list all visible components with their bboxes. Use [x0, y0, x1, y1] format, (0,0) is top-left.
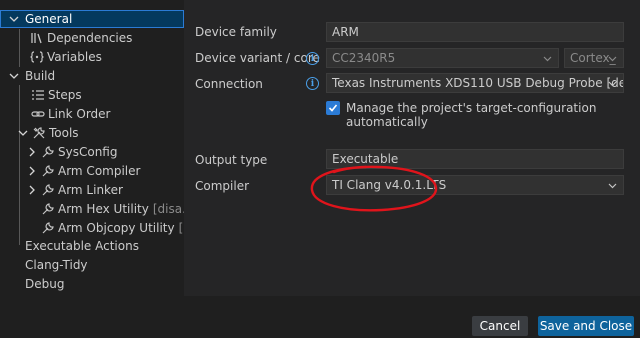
chevron-down-icon[interactable]	[8, 70, 20, 82]
device-variant-select[interactable]: CC2340R5	[326, 48, 559, 68]
tree-item-disabled-note: [disa...	[152, 202, 184, 216]
tree-item-label: Tools	[49, 126, 79, 140]
tree-item-label: Arm Linker	[58, 183, 123, 197]
compiler-label: Compiler	[195, 179, 250, 193]
cancel-button[interactable]: Cancel	[472, 316, 528, 336]
connection-value: Texas Instruments XDS110 USB Debug Probe…	[332, 76, 623, 90]
info-icon[interactable]: i	[306, 77, 319, 90]
tree-item-tools[interactable]: Tools	[0, 124, 184, 142]
red-annotation-circle	[310, 165, 438, 212]
tree-item-label: Clang-Tidy	[25, 258, 88, 272]
tree-item-link-order[interactable]: Link Order	[0, 105, 184, 123]
output-type-label: Output type	[195, 153, 268, 167]
wrench-icon	[42, 146, 54, 158]
tree-item-clang-tidy[interactable]: Clang-Tidy	[0, 256, 184, 274]
connection-select[interactable]: Texas Instruments XDS110 USB Debug Probe…	[326, 73, 624, 93]
chevron-right-icon[interactable]	[26, 146, 38, 158]
tree-item-label: SysConfig	[58, 145, 118, 159]
device-variant-label: Device variant / core	[195, 51, 320, 65]
tree-item-label: Executable Actions	[25, 239, 139, 253]
core-select[interactable]: Cortex_	[564, 48, 624, 68]
tools-icon	[33, 127, 45, 139]
tree-item-arm-hex-utility[interactable]: Arm Hex Utility [disa...	[0, 200, 184, 218]
info-icon[interactable]: i	[306, 52, 319, 65]
tree-item-label: Dependencies	[47, 31, 133, 45]
link-icon	[31, 111, 45, 117]
device-variant-value: CC2340R5	[332, 51, 396, 65]
device-family-field: ARM	[326, 22, 624, 42]
tree-item-arm-objcopy-utility[interactable]: Arm Objcopy Utility [...	[0, 219, 184, 237]
tree-item-variables[interactable]: Variables	[0, 48, 184, 66]
chevron-down-icon	[608, 183, 617, 189]
general-settings-panel: Device family ARM Device variant / core …	[184, 0, 640, 296]
tree-item-arm-compiler[interactable]: Arm Compiler	[0, 162, 184, 180]
tree-item-sysconfig[interactable]: SysConfig	[0, 143, 184, 161]
library-icon	[31, 33, 42, 44]
settings-tree: General Dependencies Variables Build Ste…	[0, 0, 184, 300]
wrench-icon	[42, 184, 54, 196]
tree-item-build[interactable]: Build	[0, 67, 184, 85]
tree-item-label: Arm Objcopy Utility	[58, 221, 175, 235]
chevron-right-icon[interactable]	[26, 184, 38, 196]
tree-item-label: General	[25, 12, 73, 26]
wrench-icon	[42, 203, 54, 215]
wrench-icon	[42, 165, 54, 177]
tree-item-label: Debug	[25, 277, 65, 291]
device-family-value: ARM	[332, 25, 359, 39]
tree-item-label: Steps	[48, 88, 82, 102]
manage-target-config-checkbox[interactable]	[326, 101, 340, 115]
chevron-down-icon[interactable]	[17, 127, 29, 139]
tree-item-general[interactable]: General	[0, 10, 184, 28]
chevron-down-icon	[608, 56, 617, 62]
chevron-right-icon[interactable]	[26, 165, 38, 177]
variable-braces-icon	[30, 51, 44, 63]
tree-item-dependencies[interactable]: Dependencies	[0, 29, 184, 47]
chevron-down-icon	[543, 56, 552, 62]
tree-item-label: Arm Hex Utility	[58, 202, 149, 216]
tree-item-steps[interactable]: Steps	[0, 86, 184, 104]
tree-item-executable-actions[interactable]: Executable Actions	[0, 237, 184, 255]
tree-item-label: Variables	[47, 50, 102, 64]
connection-label: Connection	[195, 77, 263, 91]
tree-item-arm-linker[interactable]: Arm Linker	[0, 181, 184, 199]
list-icon	[32, 90, 44, 100]
tree-item-debug[interactable]: Debug	[0, 275, 184, 293]
chevron-down-icon	[608, 81, 617, 87]
chevron-down-icon[interactable]	[8, 13, 20, 25]
wrench-icon	[42, 222, 54, 234]
manage-target-config-label: Manage the project's target-configuratio…	[346, 101, 597, 129]
tree-item-label: Arm Compiler	[58, 164, 141, 178]
device-family-label: Device family	[195, 25, 277, 39]
save-and-close-button[interactable]: Save and Close	[538, 316, 634, 336]
tree-item-label: Build	[25, 69, 56, 83]
tree-item-label: Link Order	[48, 107, 111, 121]
check-icon	[328, 104, 338, 112]
